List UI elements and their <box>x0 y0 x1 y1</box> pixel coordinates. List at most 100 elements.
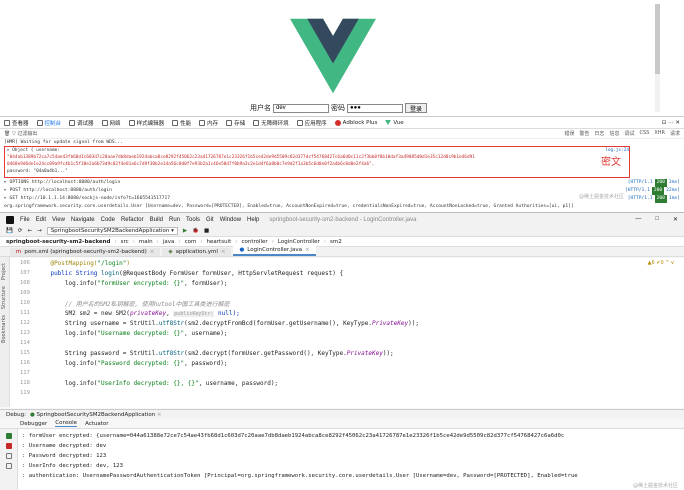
stop-icon[interactable] <box>5 443 12 449</box>
tab-accessibility[interactable]: 无障碍环境 <box>253 119 289 127</box>
tab-storage[interactable]: 存储 <box>226 119 245 127</box>
menu-git[interactable]: Git <box>206 217 214 223</box>
stop-icon[interactable]: ■ <box>204 228 209 234</box>
level-css[interactable]: CSS <box>639 130 649 137</box>
vue-logo-icon <box>290 18 376 94</box>
tab-actuator[interactable]: Actuator <box>85 421 109 427</box>
encrypted-username-line: "044ab1389b72ca7c54ae43fb68d1c603d7c20aa… <box>7 155 475 160</box>
debug-tool-window: Debug: ● SpringbootSecuritySM2BackendApp… <box>0 409 684 490</box>
maximize-button[interactable]: □ <box>655 216 659 223</box>
tab-inspector[interactable]: 查看器 <box>4 119 29 127</box>
trash-icon[interactable]: 🗑 <box>4 131 10 137</box>
run-icon[interactable]: ▶ <box>183 228 187 234</box>
tab-console[interactable]: Console <box>55 420 78 427</box>
code-line: 108 log.info("formUser encrypted: {}", f… <box>20 279 228 287</box>
breadcrumb-heartsuit[interactable]: heartsuit <box>207 239 232 245</box>
level-info[interactable]: 信息 <box>609 130 619 137</box>
menu-view[interactable]: View <box>52 217 65 223</box>
mute-breakpoints-icon[interactable] <box>5 453 12 459</box>
console-object-line[interactable]: ▸ Object { username: log.js:24 <box>5 147 629 154</box>
scrollbar-thumb[interactable] <box>655 4 660 74</box>
ciphertext-annotation: 密文 <box>600 153 622 168</box>
menu-navigate[interactable]: Navigate <box>71 217 95 223</box>
menu-code[interactable]: Code <box>101 217 115 223</box>
status-badge: 200 <box>654 195 667 203</box>
debug-session-tab[interactable]: ● SpringbootSecuritySM2BackendApplicatio… <box>30 412 162 418</box>
tab-debugger[interactable]: 调试器 <box>69 119 94 127</box>
menu-refactor[interactable]: Refactor <box>121 217 144 223</box>
forward-icon[interactable]: → <box>37 228 42 234</box>
username-label: 用户名 <box>250 105 271 112</box>
username-input[interactable] <box>273 103 329 113</box>
level-warnings[interactable]: 警告 <box>579 130 589 137</box>
tab-performance[interactable]: 性能 <box>172 119 191 127</box>
tab-vue[interactable]: Vue <box>385 120 404 126</box>
sync-icon[interactable]: ⟳ <box>18 228 23 234</box>
close-tab-icon[interactable]: × <box>150 249 155 255</box>
code-line: 115 String password = StrUtil.utf8Str(sm… <box>20 349 394 357</box>
menu-edit[interactable]: Edit <box>36 217 46 223</box>
minimize-button[interactable]: — <box>635 216 641 223</box>
storage-icon <box>226 119 233 126</box>
settings-icon[interactable] <box>5 463 12 469</box>
menu-window[interactable]: Window <box>220 217 241 223</box>
breadcrumb-method[interactable]: sm2 <box>330 239 342 245</box>
menu-tools[interactable]: Tools <box>186 217 200 223</box>
level-debug[interactable]: 调试 <box>624 130 634 137</box>
menu-build[interactable]: Build <box>150 217 163 223</box>
vue-demo-page: 用户名 密码 登录 <box>0 0 684 114</box>
password-input[interactable] <box>347 103 403 113</box>
devtools-window-controls[interactable]: ⊡ ⋯ ✕ <box>662 120 680 126</box>
breadcrumb-java[interactable]: java <box>163 239 175 245</box>
style-editor-icon <box>128 119 135 126</box>
level-requests[interactable]: 请求 <box>670 130 680 137</box>
tab-login-controller[interactable]: ● LoginController.java × <box>233 246 316 256</box>
close-button[interactable]: ✕ <box>673 216 678 223</box>
save-icon[interactable]: 💾 <box>6 228 13 234</box>
breadcrumb-com[interactable]: com <box>185 239 197 245</box>
tool-project[interactable]: Project <box>1 263 7 280</box>
encrypted-username-line-2: 0468e9d6de1e24cc09a9fc4b1c5f38e2a6b73d9c… <box>7 162 375 167</box>
code-editor[interactable]: ▲6 ✔0 ^ v 106 @PostMapping("/login") 107… <box>10 258 684 408</box>
console-output[interactable]: : formUser encrypted: {username=044a6138… <box>22 431 682 481</box>
level-xhr[interactable]: XHR <box>654 130 665 137</box>
class-icon: ● <box>239 247 245 253</box>
menu-help[interactable]: Help <box>247 217 259 223</box>
console-output-line: : Username decrypted: dev <box>22 443 107 449</box>
console-filter-bar[interactable]: 🗑 ▽ 过滤输出 错误 警告 日志 信息 调试 CSS XHR 请求 <box>0 129 684 139</box>
tab-adblock[interactable]: Adblock Plus <box>334 119 377 126</box>
run-configuration-select[interactable]: SpringbootSecuritySM2BackendApplication … <box>46 227 178 235</box>
page-scrollbar[interactable] <box>655 4 660 112</box>
breadcrumb-controller[interactable]: controller <box>241 239 267 245</box>
breadcrumb-main[interactable]: main <box>139 239 153 245</box>
debug-icon[interactable]: 🐞 <box>192 228 199 234</box>
tab-application-yml[interactable]: ◆ application.yml × <box>162 248 232 256</box>
level-logs[interactable]: 日志 <box>594 130 604 137</box>
close-tab-icon[interactable]: × <box>157 412 162 418</box>
tab-console[interactable]: 控制台 <box>36 119 61 127</box>
code-line: 117 <box>20 370 30 376</box>
close-tab-icon[interactable]: × <box>221 249 226 255</box>
tab-application[interactable]: 应用程序 <box>296 119 327 127</box>
level-errors[interactable]: 错误 <box>564 130 574 137</box>
breadcrumb-src[interactable]: src <box>121 239 129 245</box>
resume-icon[interactable] <box>5 433 12 439</box>
close-tab-icon[interactable]: × <box>305 247 310 253</box>
tab-debugger[interactable]: Debugger <box>20 421 47 427</box>
tab-pom-xml[interactable]: m pom.xml (springboot-security-sm2-backen… <box>10 248 161 256</box>
menu-file[interactable]: File <box>20 217 30 223</box>
breadcrumb-project[interactable]: springboot-security-sm2-backend <box>6 239 110 245</box>
application-icon <box>296 119 303 126</box>
login-button[interactable]: 登录 <box>405 103 428 113</box>
tab-network[interactable]: 网络 <box>101 119 121 127</box>
tool-structure[interactable]: Structure <box>1 286 7 309</box>
filter-input[interactable]: 过滤输出 <box>17 130 37 137</box>
tab-style-editor[interactable]: 样式编辑器 <box>128 119 164 127</box>
tool-bookmarks[interactable]: Bookmarks <box>1 315 7 343</box>
inspection-status[interactable]: ▲6 ✔0 ^ v <box>648 260 674 266</box>
menu-run[interactable]: Run <box>169 217 180 223</box>
tab-memory[interactable]: 内存 <box>199 119 218 127</box>
network-request-row[interactable]: ▸ OPTIONS http://localhost:8080/auth/log… <box>0 179 684 187</box>
back-icon[interactable]: ← <box>27 228 32 234</box>
breadcrumb-class[interactable]: LoginController <box>278 239 320 245</box>
